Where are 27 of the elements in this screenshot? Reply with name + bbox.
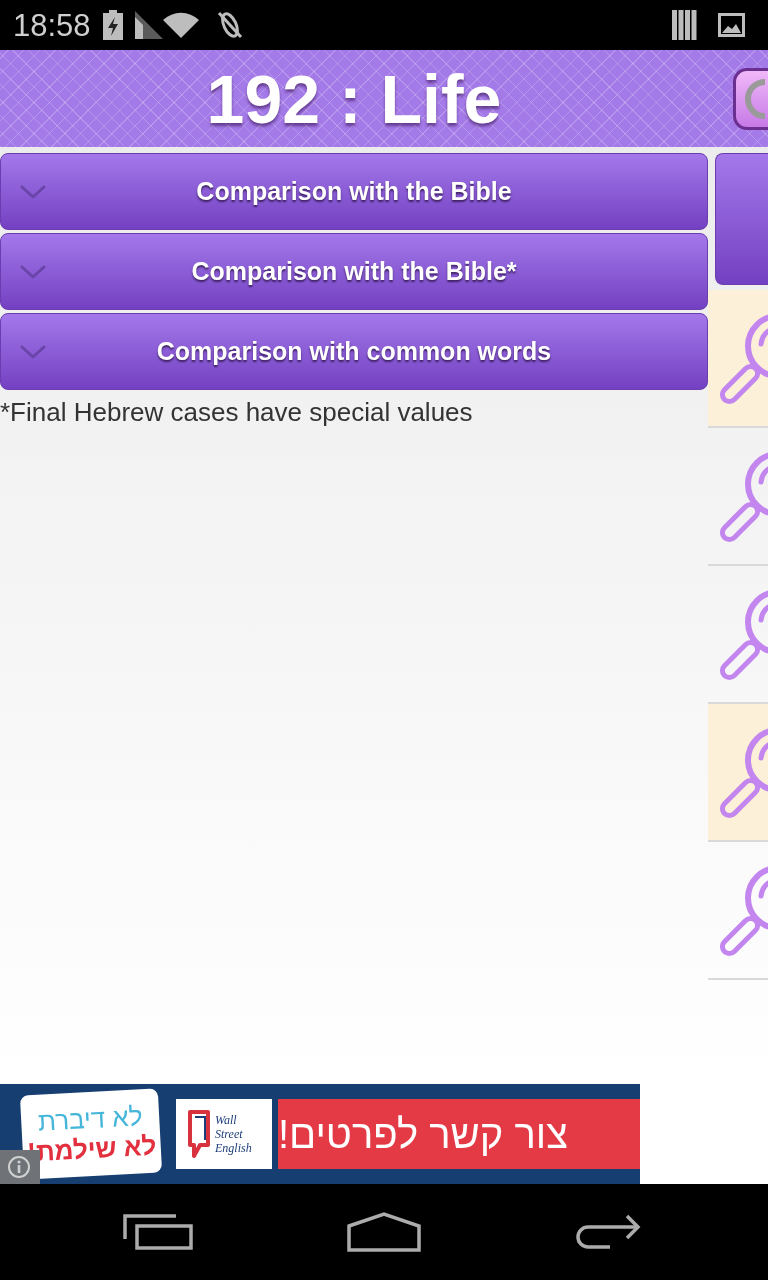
chevron-down-icon: [20, 184, 46, 199]
bars-icon: [672, 10, 697, 40]
accordion-header[interactable]: Comparison with the Bible: [0, 153, 708, 230]
ring-icon: [742, 79, 765, 119]
accordion-header[interactable]: Comparison with the Bible*: [0, 233, 708, 310]
speech-bubble-logo-icon: [186, 1109, 212, 1159]
chevron-down-icon: [20, 344, 46, 359]
battery-charging-icon: [102, 10, 123, 40]
image-icon: [718, 13, 745, 37]
cta-text: צור קשר לפרטים!: [278, 1114, 569, 1154]
list-row[interactable]: [708, 704, 768, 842]
wifi-icon: [162, 12, 199, 38]
mute-icon: [216, 11, 243, 39]
accordion-header[interactable]: Comparison with common words: [0, 313, 708, 390]
list-row[interactable]: [708, 290, 768, 428]
status-time: 18:58: [13, 9, 91, 41]
signal-icon: [134, 11, 163, 39]
home-icon[interactable]: [347, 1212, 421, 1252]
side-panel-button[interactable]: [715, 153, 768, 285]
header-icon-button[interactable]: [733, 68, 768, 130]
logo-text: Wall Street English: [215, 1113, 253, 1155]
page-title: 192 : Life: [206, 64, 502, 133]
recent-apps-icon[interactable]: [123, 1214, 193, 1250]
footnote-text: *Final Hebrew cases have special values: [0, 396, 474, 429]
return-arrow-icon[interactable]: [574, 1213, 642, 1251]
cta-panel[interactable]: צור קשר לפרטים!: [278, 1099, 640, 1169]
chevron-down-icon: [20, 264, 46, 279]
